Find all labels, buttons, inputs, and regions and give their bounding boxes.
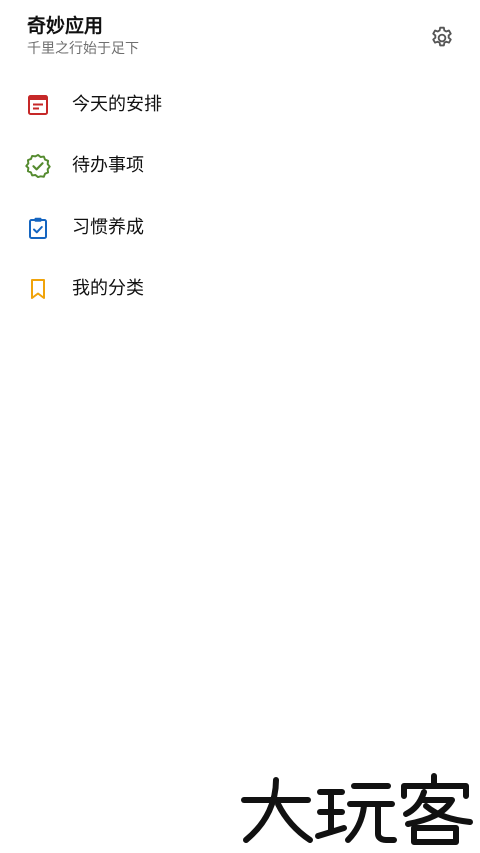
app-title: 奇妙应用 — [27, 15, 104, 37]
menu-item-label: 我的分类 — [72, 278, 144, 300]
gear-icon — [432, 26, 452, 47]
app-subtitle: 千里之行始于足下 — [27, 41, 139, 57]
clipboard-check-icon — [25, 215, 51, 241]
menu-item-today-schedule[interactable]: 今天的安排 — [0, 74, 480, 136]
menu-item-categories[interactable]: 我的分类 — [0, 259, 480, 321]
watermark-logo — [241, 773, 473, 845]
menu-item-label: 今天的安排 — [72, 93, 162, 115]
menu-item-habits[interactable]: 习惯养成 — [0, 197, 480, 259]
menu-item-label: 习惯养成 — [72, 216, 144, 238]
settings-button[interactable] — [426, 22, 458, 54]
navigation-menu: 今天的安排 待办事项 习惯养成 我的分类 — [0, 74, 480, 320]
menu-item-todo[interactable]: 待办事项 — [0, 136, 480, 198]
calendar-note-icon — [25, 92, 51, 118]
app-header: 奇妙应用 千里之行始于足下 — [0, 0, 480, 76]
verified-badge-icon — [25, 153, 51, 179]
menu-item-label: 待办事项 — [72, 155, 144, 177]
bookmark-icon — [25, 276, 51, 302]
